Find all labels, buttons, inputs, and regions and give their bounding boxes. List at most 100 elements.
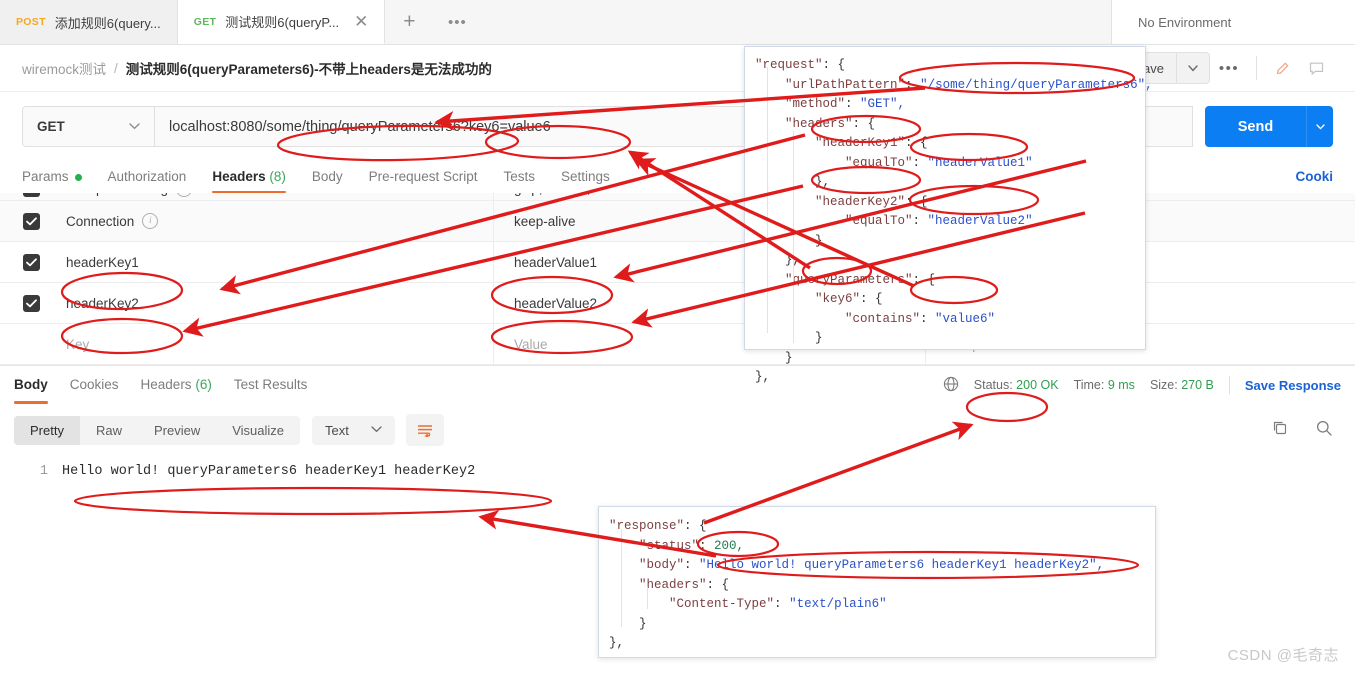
json-value: }	[815, 233, 823, 248]
json-line: "body": "Hello world! queryParameters6 h…	[639, 558, 1105, 572]
json-line: "contains": "value6"	[845, 311, 996, 326]
response-tab-headers[interactable]: Headers (6)	[141, 377, 212, 394]
header-key-placeholder[interactable]: Key	[62, 324, 494, 364]
copy-icon[interactable]	[1271, 419, 1289, 442]
cookies-link[interactable]: Cooki	[1295, 169, 1333, 193]
header-key-cell[interactable]: headerKey2	[62, 283, 494, 323]
tab-params[interactable]: Params	[22, 169, 82, 193]
json-value: }	[785, 350, 793, 365]
divider	[1256, 56, 1257, 80]
word-wrap-icon[interactable]	[405, 414, 444, 446]
breadcrumb-request-name[interactable]: 测试规则6(queryParameters6)-不带上headers是无法成功的	[126, 58, 492, 78]
info-icon[interactable]: i	[142, 213, 159, 229]
divider	[1228, 376, 1230, 394]
request-tab-0[interactable]: POST 添加规则6(query...	[0, 0, 178, 44]
json-value: {	[867, 116, 876, 131]
tab-method-label: GET	[193, 15, 217, 28]
json-value: }	[815, 331, 823, 345]
save-response-button[interactable]: Save Response	[1245, 378, 1341, 393]
tab-headers[interactable]: Headers (8)	[212, 169, 286, 193]
breadcrumb-actions: Save •••	[1121, 52, 1333, 84]
chevron-down-icon[interactable]	[1176, 52, 1210, 84]
chevron-down-icon	[371, 425, 382, 436]
checkbox-checked[interactable]	[22, 294, 40, 312]
header-key-text: Connection	[66, 213, 135, 229]
tab-authorization[interactable]: Authorization	[108, 169, 187, 193]
format-select[interactable]: Text	[312, 415, 395, 445]
json-indent-guide	[621, 529, 622, 627]
checkbox-checked[interactable]	[22, 253, 40, 271]
close-icon[interactable]: ✕	[354, 13, 368, 30]
http-method-value: GET	[37, 119, 65, 134]
header-key-cell[interactable]: Connection i	[62, 201, 494, 241]
response-tab-body[interactable]: Body	[14, 377, 48, 404]
tab-params-label: Params	[22, 169, 69, 184]
json-key: "headers"	[785, 116, 853, 131]
tab-settings[interactable]: Settings	[561, 169, 610, 193]
headers-table: Accept-Encodingi gzip, deflate, br Conne…	[0, 177, 1355, 365]
response-tab-test-results[interactable]: Test Results	[234, 377, 308, 394]
view-mode-visualize[interactable]: Visualize	[216, 416, 300, 445]
json-line: }	[755, 232, 1145, 252]
response-tab-cookies[interactable]: Cookies	[70, 377, 119, 394]
table-row[interactable]: Connection i keep-alive	[0, 201, 1355, 242]
table-row[interactable]: headerKey2 headerValue2	[0, 283, 1355, 324]
json-line: }	[755, 329, 1145, 349]
tab-body[interactable]: Body	[312, 169, 343, 193]
table-row[interactable]: headerKey1 headerValue1	[0, 242, 1355, 283]
row-checkbox-cell	[0, 253, 62, 271]
ellipsis-icon[interactable]: •••	[433, 0, 482, 44]
view-mode-pretty[interactable]: Pretty	[14, 415, 80, 445]
json-value: {	[875, 292, 883, 306]
search-icon[interactable]	[1315, 419, 1333, 442]
plus-icon[interactable]: +	[385, 0, 434, 44]
json-value: {	[920, 194, 928, 209]
breadcrumb-separator: /	[114, 60, 118, 76]
comment-icon[interactable]	[1299, 53, 1333, 83]
header-key-cell[interactable]: headerKey1	[62, 242, 494, 282]
json-value: "/some/thing/queryParameters6",	[920, 77, 1153, 92]
json-key: "contains"	[845, 311, 921, 326]
size-label: Size:	[1149, 378, 1178, 392]
send-options-chevron-down-icon[interactable]	[1306, 106, 1333, 147]
json-line: },	[755, 368, 1145, 388]
postman-window: POST 添加规则6(query... GET 测试规则6(queryP... …	[0, 0, 1355, 675]
json-key: "method"	[785, 97, 846, 111]
request-tab-1[interactable]: GET 测试规则6(queryP... ✕	[177, 0, 386, 44]
json-value: "Hello world! queryParameters6 headerKey…	[699, 558, 1105, 572]
json-line: "method": "GET",	[785, 97, 906, 111]
json-value: {	[837, 58, 846, 72]
view-mode-preview[interactable]: Preview	[138, 416, 216, 445]
send-button[interactable]: Send	[1205, 106, 1306, 147]
ellipsis-icon[interactable]: •••	[1210, 53, 1248, 83]
json-value: "value6"	[935, 311, 996, 326]
json-value: {	[927, 272, 936, 287]
tab-pre-request-script[interactable]: Pre-request Script	[369, 169, 478, 193]
breadcrumb-collection[interactable]: wiremock测试	[22, 58, 106, 78]
json-key: "urlPathPattern"	[785, 77, 906, 92]
json-key: "status"	[639, 538, 700, 553]
tab-headers-label: Headers	[212, 169, 266, 184]
json-key: "equalTo"	[845, 214, 913, 228]
json-indent-guide	[793, 287, 794, 343]
format-value: Text	[325, 422, 349, 438]
json-value: {	[721, 577, 730, 592]
tab-title: 添加规则6(query...	[54, 15, 161, 31]
pencil-icon[interactable]	[1265, 53, 1299, 83]
code-line: 1 Hello world! queryParameters6 headerKe…	[0, 464, 1355, 479]
json-value: },	[609, 636, 625, 650]
table-row-empty[interactable]: Key Value Description	[0, 324, 1355, 365]
json-line: "Content-Type": "text/plain6"	[669, 597, 887, 611]
overlay-response-stub-json: "response": { "status": 200, "body": "He…	[598, 506, 1156, 658]
checkbox-checked[interactable]	[22, 212, 40, 230]
environment-selector[interactable]: No Environment	[1112, 0, 1355, 44]
http-method-select[interactable]: GET	[22, 106, 155, 147]
view-mode-raw[interactable]: Raw	[80, 416, 138, 445]
json-value: {	[699, 519, 707, 533]
response-body-viewer[interactable]: 1 Hello world! queryParameters6 headerKe…	[0, 456, 1355, 479]
tab-tests[interactable]: Tests	[503, 169, 535, 193]
json-line: "request": {	[755, 58, 846, 72]
json-value: {	[920, 136, 928, 150]
view-mode-segmented: Pretty Raw Preview Visualize	[14, 415, 301, 445]
size-badge: Size: 270 B	[1150, 378, 1214, 392]
